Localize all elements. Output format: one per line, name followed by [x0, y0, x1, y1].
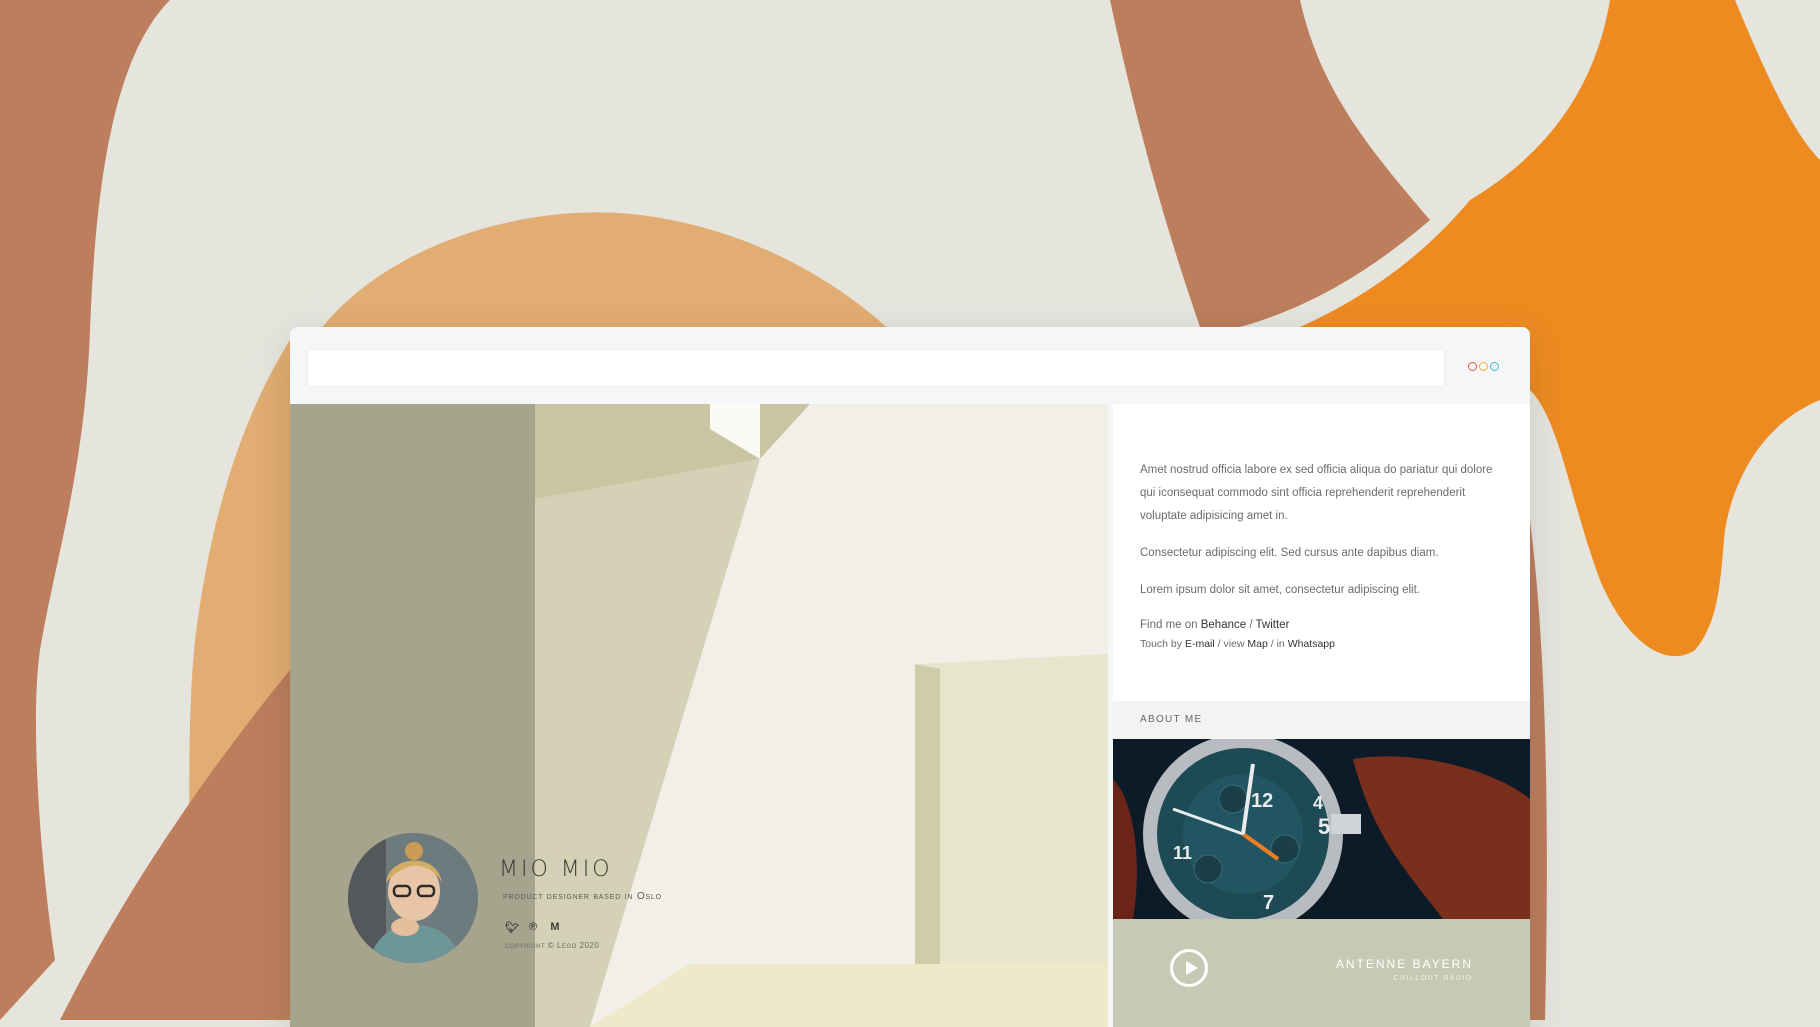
radio-player: ANTENNE BAYERN CHILLOUT RADIO	[1113, 919, 1530, 1027]
watch-image: 12 4 5 11 7	[1113, 739, 1530, 919]
rust-wave-bottom-left	[60, 670, 290, 1020]
svg-text:11: 11	[1173, 843, 1192, 863]
role-city: Oslo	[636, 891, 662, 902]
twitter-link[interactable]: Twitter	[1256, 619, 1290, 631]
map-link[interactable]: Map	[1247, 638, 1267, 650]
rust-right-edge	[1530, 520, 1547, 1020]
browser-toolbar	[290, 327, 1530, 404]
contact-line: Touch by E-mail / view Map / in Whatsapp	[1140, 635, 1510, 654]
hero-panel: MIO MIO product designer based in Oslo 🐦…	[290, 404, 1108, 1027]
svg-text:12: 12	[1251, 790, 1273, 812]
about-me-header: ABOUT ME	[1113, 701, 1530, 739]
find-prefix: Find me on	[1140, 619, 1201, 631]
avatar	[348, 833, 478, 963]
close-dot-icon[interactable]	[1468, 362, 1477, 371]
radio-station-name: ANTENNE BAYERN	[1335, 957, 1473, 971]
maximize-dot-icon[interactable]	[1490, 362, 1499, 371]
svg-text:5: 5	[1318, 814, 1330, 839]
twitter-icon[interactable]: 🐦︎	[505, 921, 519, 934]
copyright-text: copyright © Lego 2020	[505, 941, 600, 950]
behance-link[interactable]: Behance	[1201, 619, 1246, 631]
bio-paragraph: Lorem ipsum dolor sit amet, consectetur …	[1140, 584, 1420, 596]
sidebar-panel: Amet nostrud officia labore ex sed offic…	[1113, 404, 1530, 1027]
rust-band-top	[1110, 0, 1430, 327]
touch-prefix: Touch by	[1140, 638, 1185, 650]
svg-text:4: 4	[1313, 793, 1323, 813]
profile-role: product designer based in Oslo	[503, 891, 662, 902]
email-link[interactable]: E-mail	[1185, 638, 1215, 650]
view-prefix: / view	[1214, 638, 1248, 650]
profile-name: MIO MIO	[499, 857, 613, 882]
separator: /	[1246, 619, 1256, 631]
rust-wave-left	[0, 0, 170, 1020]
svg-text:7: 7	[1263, 892, 1274, 914]
bio-paragraph: Amet nostrud officia labore ex sed offic…	[1140, 464, 1493, 522]
bio-paragraph: Consectetur adipiscing elit. Sed cursus …	[1140, 547, 1439, 559]
profile-card: MIO MIO product designer based in Oslo 🐦…	[348, 833, 808, 973]
minimize-dot-icon[interactable]	[1479, 362, 1488, 371]
social-links: 🐦︎ ℗ M	[505, 921, 561, 934]
role-text: product designer based in	[503, 891, 637, 902]
window-controls	[1468, 362, 1499, 371]
medium-icon[interactable]: M	[549, 921, 561, 934]
address-bar[interactable]	[307, 349, 1445, 387]
radio-station-subtitle: CHILLOUT RADIO	[1393, 975, 1473, 982]
browser-window: MIO MIO product designer based in Oslo 🐦…	[290, 327, 1530, 1027]
play-icon[interactable]	[1170, 949, 1208, 987]
bio-text: Amet nostrud officia labore ex sed offic…	[1140, 459, 1510, 654]
pinterest-icon[interactable]: ℗	[527, 921, 539, 934]
in-prefix: / in	[1267, 638, 1288, 650]
whatsapp-link[interactable]: Whatsapp	[1288, 638, 1335, 650]
find-me-line: Find me on Behance / Twitter	[1140, 616, 1510, 635]
